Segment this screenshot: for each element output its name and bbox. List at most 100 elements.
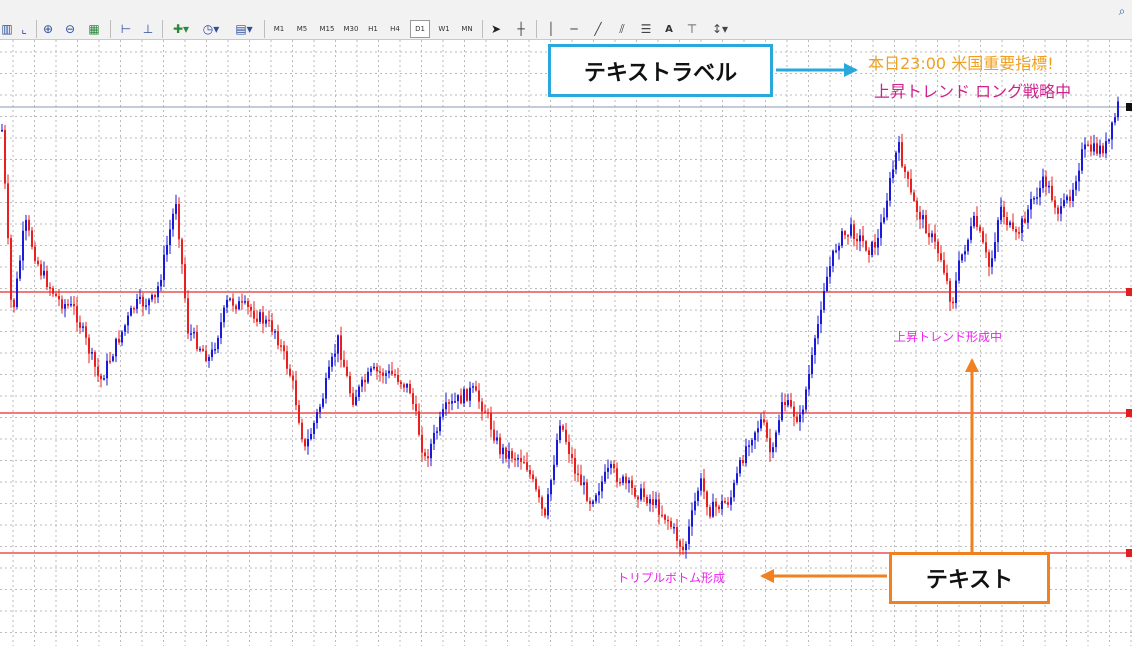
bull-candle [22,230,24,261]
trendline-icon[interactable]: ╱ [590,20,606,38]
tile-windows-icon[interactable]: ▦ [86,20,102,38]
bear-candle [490,412,492,430]
bear-candle [586,482,588,501]
autoscroll-icon[interactable]: ⊥ [140,20,156,38]
bull-candle [1066,196,1068,201]
bull-candle [760,419,762,429]
bull-candle [91,352,93,354]
bear-candle [304,439,306,447]
vertical-line-icon[interactable]: │ [544,20,558,38]
zoom-out-icon[interactable]: ⊖ [62,20,78,38]
timeframe-m1[interactable]: M1 [270,20,288,38]
bear-candle [868,250,870,256]
fibonacci-icon[interactable]: ☰ [638,20,654,38]
bear-candle [769,437,771,453]
zoom-in-icon[interactable]: ⊕ [40,20,56,38]
bull-candle [214,349,216,351]
bull-candle [859,235,861,242]
bear-candle [67,304,69,306]
timeframe-m30[interactable]: M30 [340,20,362,38]
chart-shift-icon[interactable]: ⊢ [118,20,134,38]
crosshair-icon[interactable]: ┼ [512,20,530,38]
bear-candle [949,280,951,302]
bear-candle [1102,145,1104,154]
bear-candle [565,429,567,442]
bear-candle [946,272,948,281]
bear-candle [520,458,522,462]
bull-candle [502,447,504,455]
timeframe-h1[interactable]: H1 [364,20,382,38]
bull-candle [694,501,696,511]
bull-candle [190,333,192,335]
bear-candle [1057,207,1059,214]
bear-candle [418,411,420,435]
equidistant-channel-icon[interactable]: ⫽ [614,20,630,38]
bear-candle [982,231,984,243]
text-label-tool-icon[interactable]: ⊤ [684,20,700,38]
bull-candle [799,414,801,422]
bear-candle [133,308,135,310]
bear-candle [448,402,450,404]
timeframe-m15[interactable]: M15 [316,20,338,38]
timeframe-m5[interactable]: M5 [292,20,312,38]
bear-candle [865,241,867,251]
cursor-icon[interactable]: ➤ [488,20,504,38]
bull-candle [829,266,831,277]
bull-candle [823,290,825,310]
toolbar-separator [36,20,37,38]
timeframe-h4[interactable]: H4 [386,20,404,38]
bear-candle [613,463,615,469]
bear-candle [382,372,384,376]
timeframe-w1[interactable]: W1 [434,20,454,38]
arrows-dropdown-icon[interactable]: ↕▾ [708,20,732,38]
bull-candle [739,460,741,474]
bear-candle [55,293,57,296]
horizontal-line-icon[interactable]: ─ [566,20,582,38]
bear-candle [667,519,669,522]
bear-candle [631,480,633,488]
bear-candle [523,461,525,464]
bull-candle [226,299,228,308]
bear-candle [538,489,540,498]
bear-candle [844,231,846,236]
timeframe-d1[interactable]: D1 [410,20,430,38]
line-chart-icon[interactable]: ⌞ [16,20,32,38]
text-tool-icon[interactable]: A [662,20,676,38]
bear-candle [934,233,936,242]
bear-candle [1090,144,1092,152]
bear-candle [571,454,573,458]
bear-candle [427,456,429,459]
bull-candle [889,178,891,201]
bear-candle [664,514,666,520]
bear-candle [1003,206,1005,218]
bull-candle [820,309,822,325]
bull-candle [1060,206,1062,214]
indicators-dropdown-icon[interactable]: ✚▾ [168,20,194,38]
bear-candle [742,460,744,464]
periods-dropdown-icon[interactable]: ◷▾ [198,20,224,38]
bear-candle [397,374,399,382]
bear-candle [13,299,15,308]
bar-chart-icon[interactable]: ▥ [0,20,14,38]
bull-candle [229,298,231,301]
bull-candle [223,307,225,323]
bull-candle [841,231,843,246]
bull-candle [211,349,213,358]
bear-candle [937,241,939,254]
bear-candle [577,473,579,476]
bear-candle [727,502,729,505]
bear-candle [1096,143,1098,154]
bull-candle [787,400,789,406]
bull-candle [169,229,171,245]
bull-candle [454,401,456,403]
bull-candle [817,324,819,339]
timeframe-mn[interactable]: MN [456,20,478,38]
search-icon[interactable]: ⌕ [1114,2,1130,20]
bull-candle [1021,218,1023,233]
bear-candle [940,253,942,261]
templates-dropdown-icon[interactable]: ▤▾ [230,20,258,38]
bull-candle [754,432,756,441]
line-price-marker [1126,409,1132,417]
bull-candle [367,371,369,383]
bear-candle [31,230,33,247]
